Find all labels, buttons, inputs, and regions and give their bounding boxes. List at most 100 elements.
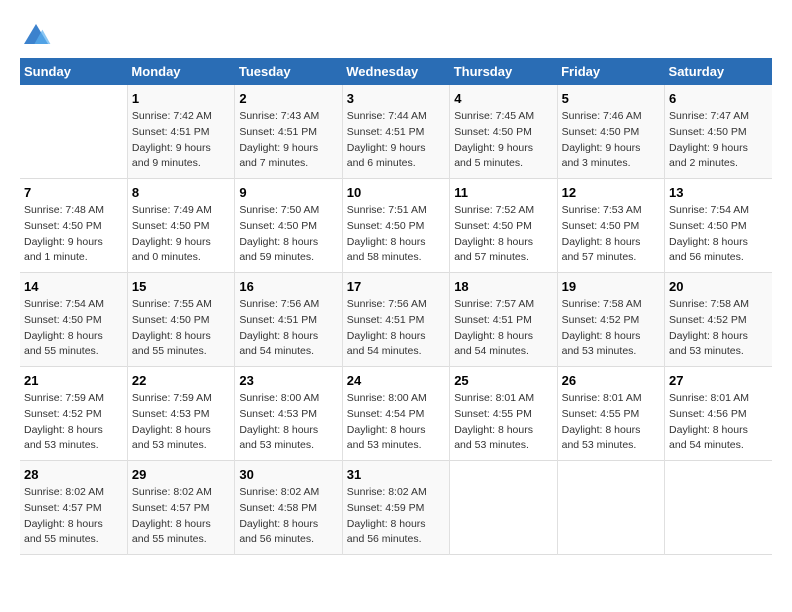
- calendar-cell: [20, 85, 127, 179]
- weekday-header: Monday: [127, 58, 234, 85]
- day-number: 30: [239, 467, 337, 482]
- calendar-body: 1 Sunrise: 7:42 AM Sunset: 4:51 PM Daylig…: [20, 85, 772, 555]
- day-number: 1: [132, 91, 230, 106]
- day-info: Sunrise: 8:00 AM Sunset: 4:54 PM Dayligh…: [347, 391, 445, 454]
- day-number: 15: [132, 279, 230, 294]
- day-info: Sunrise: 7:51 AM Sunset: 4:50 PM Dayligh…: [347, 203, 445, 266]
- calendar-week-row: 14 Sunrise: 7:54 AM Sunset: 4:50 PM Dayli…: [20, 273, 772, 367]
- calendar-cell: 23Sunrise: 8:00 AM Sunset: 4:53 PM Dayli…: [235, 367, 342, 461]
- calendar-week-row: 1 Sunrise: 7:42 AM Sunset: 4:51 PM Daylig…: [20, 85, 772, 179]
- calendar-header: SundayMondayTuesdayWednesdayThursdayFrid…: [20, 58, 772, 85]
- day-info: Sunrise: 8:02 AM Sunset: 4:58 PM Dayligh…: [239, 485, 337, 548]
- weekday-header: Wednesday: [342, 58, 449, 85]
- day-number: 17: [347, 279, 445, 294]
- calendar-cell: 21Sunrise: 7:59 AM Sunset: 4:52 PM Dayli…: [20, 367, 127, 461]
- day-info: Sunrise: 7:49 AM Sunset: 4:50 PM Dayligh…: [132, 203, 230, 266]
- day-info: Sunrise: 7:43 AM Sunset: 4:51 PM Dayligh…: [239, 109, 337, 172]
- calendar-cell: 1 Sunrise: 7:42 AM Sunset: 4:51 PM Daylig…: [127, 85, 234, 179]
- day-info: Sunrise: 7:55 AM Sunset: 4:50 PM Dayligh…: [132, 297, 230, 360]
- calendar-cell: 9 Sunrise: 7:50 AM Sunset: 4:50 PM Daylig…: [235, 179, 342, 273]
- calendar-cell: 10 Sunrise: 7:51 AM Sunset: 4:50 PM Dayli…: [342, 179, 449, 273]
- calendar-cell: [450, 461, 557, 555]
- day-number: 8: [132, 185, 230, 200]
- calendar-cell: 17 Sunrise: 7:56 AM Sunset: 4:51 PM Dayli…: [342, 273, 449, 367]
- weekday-header: Friday: [557, 58, 664, 85]
- day-number: 21: [24, 373, 123, 388]
- day-info: Sunrise: 7:58 AM Sunset: 4:52 PM Dayligh…: [669, 297, 768, 360]
- weekday-header: Saturday: [665, 58, 772, 85]
- calendar-cell: 12 Sunrise: 7:53 AM Sunset: 4:50 PM Dayli…: [557, 179, 664, 273]
- day-info: Sunrise: 8:02 AM Sunset: 4:57 PM Dayligh…: [132, 485, 230, 548]
- day-info: Sunrise: 8:02 AM Sunset: 4:59 PM Dayligh…: [347, 485, 445, 548]
- day-number: 5: [562, 91, 660, 106]
- day-info: Sunrise: 8:01 AM Sunset: 4:55 PM Dayligh…: [454, 391, 552, 454]
- day-number: 19: [562, 279, 660, 294]
- calendar-cell: 15 Sunrise: 7:55 AM Sunset: 4:50 PM Dayli…: [127, 273, 234, 367]
- day-number: 7: [24, 185, 123, 200]
- calendar-cell: 6Sunrise: 7:47 AM Sunset: 4:50 PM Daylig…: [665, 85, 772, 179]
- calendar-cell: 19Sunrise: 7:58 AM Sunset: 4:52 PM Dayli…: [557, 273, 664, 367]
- day-number: 26: [562, 373, 660, 388]
- weekday-header: Tuesday: [235, 58, 342, 85]
- day-number: 28: [24, 467, 123, 482]
- day-number: 11: [454, 185, 552, 200]
- calendar-cell: 25 Sunrise: 8:01 AM Sunset: 4:55 PM Dayli…: [450, 367, 557, 461]
- calendar-cell: 3 Sunrise: 7:44 AM Sunset: 4:51 PM Daylig…: [342, 85, 449, 179]
- calendar-week-row: 7 Sunrise: 7:48 AM Sunset: 4:50 PM Daylig…: [20, 179, 772, 273]
- calendar-cell: 5 Sunrise: 7:46 AM Sunset: 4:50 PM Daylig…: [557, 85, 664, 179]
- weekday-header: Sunday: [20, 58, 127, 85]
- calendar-cell: 26 Sunrise: 8:01 AM Sunset: 4:55 PM Dayli…: [557, 367, 664, 461]
- day-number: 12: [562, 185, 660, 200]
- calendar-cell: 28Sunrise: 8:02 AM Sunset: 4:57 PM Dayli…: [20, 461, 127, 555]
- day-number: 22: [132, 373, 230, 388]
- weekday-header: Thursday: [450, 58, 557, 85]
- calendar-cell: 16Sunrise: 7:56 AM Sunset: 4:51 PM Dayli…: [235, 273, 342, 367]
- day-number: 2: [239, 91, 337, 106]
- day-info: Sunrise: 7:48 AM Sunset: 4:50 PM Dayligh…: [24, 203, 123, 266]
- calendar-cell: 22 Sunrise: 7:59 AM Sunset: 4:53 PM Dayli…: [127, 367, 234, 461]
- day-number: 25: [454, 373, 552, 388]
- day-number: 10: [347, 185, 445, 200]
- day-number: 20: [669, 279, 768, 294]
- calendar-cell: 24Sunrise: 8:00 AM Sunset: 4:54 PM Dayli…: [342, 367, 449, 461]
- day-info: Sunrise: 7:52 AM Sunset: 4:50 PM Dayligh…: [454, 203, 552, 266]
- day-info: Sunrise: 7:54 AM Sunset: 4:50 PM Dayligh…: [24, 297, 123, 360]
- calendar-table: SundayMondayTuesdayWednesdayThursdayFrid…: [20, 58, 772, 555]
- calendar-cell: 27 Sunrise: 8:01 AM Sunset: 4:56 PM Dayli…: [665, 367, 772, 461]
- day-number: 31: [347, 467, 445, 482]
- day-info: Sunrise: 7:42 AM Sunset: 4:51 PM Dayligh…: [132, 109, 230, 172]
- day-number: 23: [239, 373, 337, 388]
- calendar-cell: [665, 461, 772, 555]
- calendar-week-row: 21Sunrise: 7:59 AM Sunset: 4:52 PM Dayli…: [20, 367, 772, 461]
- calendar-week-row: 28 Sunrise: 8:02 AM Sunset: 4:57 PM Dayli…: [20, 461, 772, 555]
- day-number: 16: [239, 279, 337, 294]
- weekday-row: SundayMondayTuesdayWednesdayThursdayFrid…: [20, 58, 772, 85]
- day-info: Sunrise: 7:59 AM Sunset: 4:53 PM Dayligh…: [132, 391, 230, 454]
- day-info: Sunrise: 7:47 AM Sunset: 4:50 PM Dayligh…: [669, 109, 768, 172]
- calendar-cell: 13Sunrise: 7:54 AM Sunset: 4:50 PM Dayli…: [665, 179, 772, 273]
- calendar-cell: 20 Sunrise: 7:58 AM Sunset: 4:52 PM Dayli…: [665, 273, 772, 367]
- day-number: 9: [239, 185, 337, 200]
- day-info: Sunrise: 8:01 AM Sunset: 4:56 PM Dayligh…: [669, 391, 768, 454]
- day-info: Sunrise: 7:44 AM Sunset: 4:51 PM Dayligh…: [347, 109, 445, 172]
- calendar-cell: 4Sunrise: 7:45 AM Sunset: 4:50 PM Daylig…: [450, 85, 557, 179]
- calendar-cell: 14 Sunrise: 7:54 AM Sunset: 4:50 PM Dayli…: [20, 273, 127, 367]
- day-number: 4: [454, 91, 552, 106]
- logo: [20, 20, 56, 48]
- calendar-cell: 18Sunrise: 7:57 AM Sunset: 4:51 PM Dayli…: [450, 273, 557, 367]
- day-number: 3: [347, 91, 445, 106]
- day-info: Sunrise: 7:50 AM Sunset: 4:50 PM Dayligh…: [239, 203, 337, 266]
- day-info: Sunrise: 7:53 AM Sunset: 4:50 PM Dayligh…: [562, 203, 660, 266]
- day-info: Sunrise: 8:01 AM Sunset: 4:55 PM Dayligh…: [562, 391, 660, 454]
- day-number: 14: [24, 279, 123, 294]
- day-number: 27: [669, 373, 768, 388]
- day-info: Sunrise: 7:57 AM Sunset: 4:51 PM Dayligh…: [454, 297, 552, 360]
- page-header: [20, 20, 772, 48]
- day-info: Sunrise: 7:56 AM Sunset: 4:51 PM Dayligh…: [347, 297, 445, 360]
- calendar-cell: 30 Sunrise: 8:02 AM Sunset: 4:58 PM Dayli…: [235, 461, 342, 555]
- calendar-cell: 7 Sunrise: 7:48 AM Sunset: 4:50 PM Daylig…: [20, 179, 127, 273]
- calendar-cell: 29Sunrise: 8:02 AM Sunset: 4:57 PM Dayli…: [127, 461, 234, 555]
- day-info: Sunrise: 7:46 AM Sunset: 4:50 PM Dayligh…: [562, 109, 660, 172]
- calendar-cell: 11 Sunrise: 7:52 AM Sunset: 4:50 PM Dayli…: [450, 179, 557, 273]
- calendar-cell: 2 Sunrise: 7:43 AM Sunset: 4:51 PM Daylig…: [235, 85, 342, 179]
